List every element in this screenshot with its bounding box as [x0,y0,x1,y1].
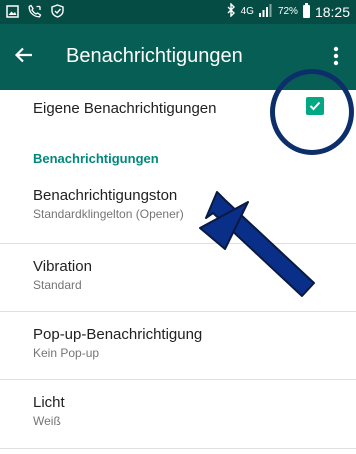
highlight-circle-annotation [270,69,354,155]
list-item-title: Vibration [33,258,92,275]
shield-check-icon [51,4,64,21]
list-item-title: Benachrichtigungston [33,187,178,204]
divider [0,448,356,449]
list-item-title: Licht [33,394,65,411]
list-item-vibration[interactable]: Vibration Standard [0,244,356,312]
phone-call-icon [28,4,42,21]
status-right-icons: 4G 72% 18:25 [226,2,350,20]
list-item-subtitle: Standard [33,278,82,292]
network-type-label: 4G [240,6,254,17]
status-left-icons [6,4,64,21]
more-vertical-icon[interactable] [328,42,344,70]
list-item-light[interactable]: Licht Weiß [0,380,356,448]
list-item-subtitle: Standardklingelton (Opener) [33,207,184,221]
list-item-subtitle: Kein Pop-up [33,346,100,360]
arrow-left-icon[interactable] [14,40,34,73]
status-bar: 4G 72% 18:25 [0,0,356,24]
list-item-popup-notification[interactable]: Pop-up-Benachrichtigung Kein Pop-up [0,312,356,380]
signal-icon [258,3,273,20]
list-item-notification-tone[interactable]: Benachrichtigungston Standardklingelton … [0,180,356,242]
battery-percent: 72% [277,6,298,17]
own-notifications-label: Eigene Benachrichtigungen [33,100,217,117]
section-header: Benachrichtigungen [33,151,159,166]
battery-icon [302,3,310,18]
image-icon [6,4,19,21]
page-title: Benachrichtigungen [66,45,243,67]
clock-time: 18:25 [314,3,350,20]
bluetooth-icon [226,2,236,20]
list-item-subtitle: Weiß [33,414,61,428]
list-item-title: Pop-up-Benachrichtigung [33,326,203,343]
